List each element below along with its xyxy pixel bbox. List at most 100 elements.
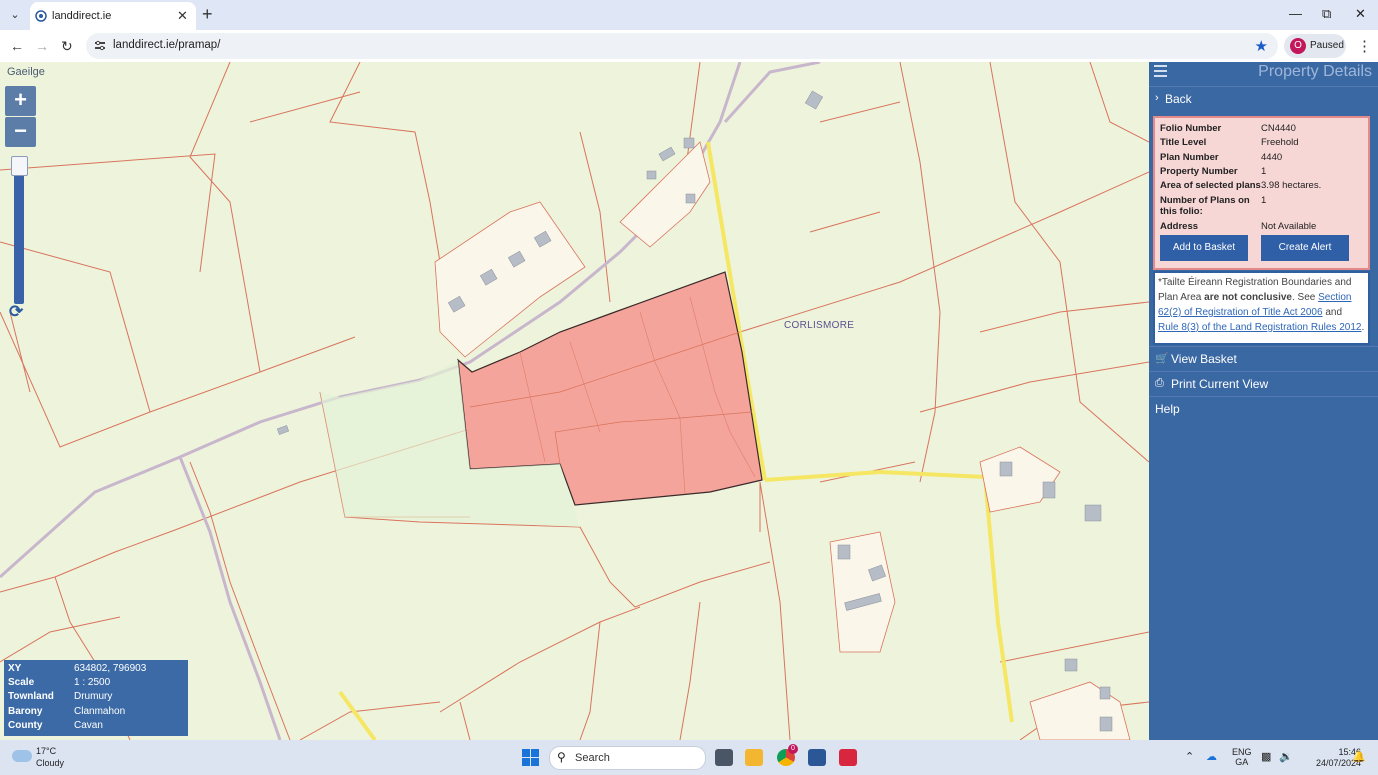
- address-toolbar: ← → ↻ landdirect.ie/pramap/ ★ O Paused ⋮: [0, 30, 1378, 63]
- file-explorer-icon[interactable]: [745, 749, 763, 766]
- detail-value: 1: [1261, 195, 1267, 206]
- zoom-slider[interactable]: [14, 158, 24, 304]
- back-arrow-icon[interactable]: ←: [10, 38, 24, 54]
- input-language[interactable]: ENG GA: [1232, 747, 1252, 767]
- info-value: 634802, 796903: [74, 663, 147, 674]
- close-icon[interactable]: ✕: [177, 8, 188, 24]
- volume-icon[interactable]: 🔉: [1279, 750, 1293, 763]
- view-basket-link[interactable]: 🛒 View Basket: [1149, 346, 1378, 371]
- url-field[interactable]: landdirect.ie/pramap/ ★: [86, 33, 1278, 59]
- restore-icon[interactable]: ⧉: [1322, 6, 1331, 22]
- chevron-right-icon: ›: [1155, 92, 1159, 104]
- browser-tab[interactable]: landdirect.ie ✕: [30, 2, 196, 30]
- notification-bell-icon[interactable]: 🔔: [1352, 750, 1366, 763]
- detail-value: 1: [1261, 166, 1267, 177]
- info-value: Clanmahon: [74, 706, 126, 717]
- zoom-out-button[interactable]: −: [5, 117, 36, 147]
- search-icon: ⚲: [557, 750, 566, 764]
- townland-label: CORLISMORE: [784, 320, 855, 331]
- panel-header: Property Details: [1149, 62, 1378, 84]
- info-value: Cavan: [74, 720, 103, 731]
- info-value: Drumury: [74, 691, 113, 702]
- disclaimer-bold: are not conclusive: [1204, 292, 1292, 303]
- reload-icon[interactable]: ↻: [61, 38, 73, 55]
- back-link[interactable]: › Back: [1149, 86, 1378, 111]
- help-label: Help: [1155, 402, 1180, 416]
- zoom-in-button[interactable]: +: [5, 86, 36, 116]
- taskbar-search[interactable]: ⚲ Search: [549, 746, 706, 770]
- word-icon[interactable]: [808, 749, 826, 766]
- refresh-icon[interactable]: ⟳: [9, 302, 23, 322]
- info-key: Scale: [8, 677, 35, 688]
- plus-icon[interactable]: +: [202, 4, 213, 25]
- weather-temperature[interactable]: 17°C: [36, 746, 56, 756]
- close-window-icon[interactable]: ✕: [1355, 6, 1366, 22]
- weather-description[interactable]: Cloudy: [36, 758, 64, 768]
- print-icon: ⎙: [1155, 377, 1164, 389]
- detail-key: Address: [1160, 221, 1199, 232]
- onedrive-cloud-icon[interactable]: ☁: [1206, 750, 1217, 763]
- help-link[interactable]: Help: [1149, 396, 1378, 421]
- detail-key: Property Number: [1160, 166, 1238, 177]
- hamburger-menu-icon[interactable]: [1154, 65, 1167, 77]
- profile-status: Paused: [1310, 40, 1344, 51]
- search-placeholder: Search: [575, 752, 610, 764]
- print-view-link[interactable]: ⎙ Print Current View: [1149, 371, 1378, 396]
- lang-top: ENG: [1232, 747, 1252, 757]
- panel-title: Property Details: [1258, 63, 1372, 80]
- property-panel: Property Details › Back Folio Number CN4…: [1149, 62, 1378, 740]
- info-value: 1 : 2500: [74, 677, 111, 688]
- info-key: County: [8, 720, 43, 731]
- view-basket-label: View Basket: [1171, 352, 1237, 366]
- rule-8-link[interactable]: Rule 8(3) of the Land Registration Rules…: [1158, 322, 1361, 333]
- detail-value: CN4440: [1261, 123, 1296, 134]
- more-vert-icon[interactable]: ⋮: [1357, 37, 1372, 55]
- star-icon[interactable]: ★: [1255, 37, 1268, 55]
- task-view-icon[interactable]: [715, 749, 733, 766]
- site-info-icon[interactable]: [94, 40, 106, 52]
- browser-tab-bar: ⌄ landdirect.ie ✕ + — ⧉ ✕: [0, 0, 1378, 30]
- disclaimer-text: .: [1361, 322, 1365, 333]
- lang-bottom: GA: [1235, 757, 1249, 767]
- profile-button[interactable]: O Paused: [1284, 34, 1346, 58]
- map-info-box: XY 634802, 796903 Scale 1 : 2500 Townland D…: [4, 660, 188, 736]
- windows-start-icon[interactable]: [522, 749, 539, 766]
- chevron-down-icon[interactable]: ⌄: [6, 5, 24, 23]
- chevron-up-icon[interactable]: ⌃: [1185, 750, 1194, 763]
- detail-value: 4440: [1261, 152, 1283, 163]
- disclaimer-box: *Tailte Éireann Registration Boundaries …: [1153, 271, 1370, 345]
- detail-key: Title Level: [1160, 137, 1207, 148]
- taskbar: 17°C Cloudy ⚲ Search 0 ⌃ ☁ ENG GA ▩ 🔉 15:…: [0, 740, 1378, 775]
- cloud-icon[interactable]: [12, 750, 32, 762]
- network-icon[interactable]: ▩: [1261, 750, 1271, 763]
- zoom-slider-handle[interactable]: [11, 156, 28, 176]
- disclaimer-text: and: [1322, 307, 1343, 318]
- disclaimer-text: . See: [1291, 292, 1319, 303]
- url-text: landdirect.ie/pramap/: [113, 39, 221, 51]
- site-favicon-icon: [35, 10, 47, 22]
- info-key: XY: [8, 663, 22, 674]
- minimize-icon[interactable]: —: [1289, 6, 1302, 21]
- property-details-box: Folio Number CN4440 Title Level Freehold…: [1153, 116, 1370, 270]
- tab-title: landdirect.ie: [52, 10, 112, 22]
- detail-key: Folio Number: [1160, 123, 1222, 134]
- map-canvas[interactable]: Gaeilge + − ⟳ CORLISMORE XY 634802, 79690…: [0, 62, 1149, 740]
- back-label: Back: [1165, 92, 1192, 106]
- detail-value: Freehold: [1261, 137, 1299, 148]
- info-key: Townland: [8, 691, 54, 702]
- map-drawing: [0, 62, 1149, 740]
- pdf-app-icon[interactable]: [839, 749, 857, 766]
- chrome-badge: 0: [788, 744, 798, 754]
- detail-value: Not Available: [1261, 221, 1317, 232]
- detail-key: Number of Plans on this folio:: [1160, 195, 1250, 217]
- detail-value: 3.98 hectares.: [1261, 180, 1322, 191]
- detail-key: Area of selected plans: [1160, 180, 1261, 191]
- forward-arrow-icon[interactable]: →: [35, 38, 49, 54]
- info-key: Barony: [8, 706, 43, 717]
- avatar: O: [1290, 38, 1306, 54]
- create-alert-button[interactable]: Create Alert: [1261, 235, 1349, 261]
- basket-icon: 🛒: [1155, 353, 1169, 365]
- language-link[interactable]: Gaeilge: [7, 66, 45, 78]
- add-to-basket-button[interactable]: Add to Basket: [1160, 235, 1248, 261]
- print-view-label: Print Current View: [1171, 377, 1269, 391]
